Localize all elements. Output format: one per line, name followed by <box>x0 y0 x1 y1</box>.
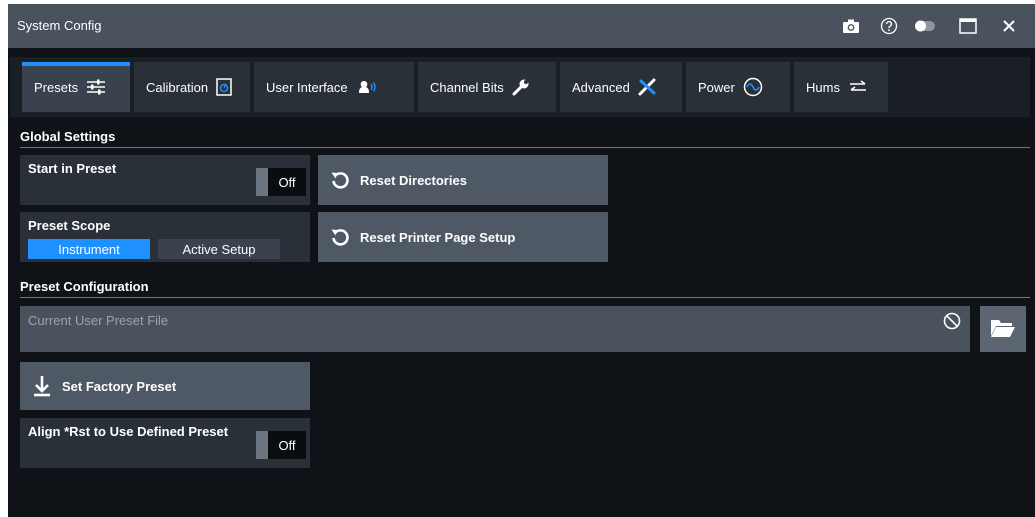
preset-configuration-heading: Preset Configuration <box>20 279 149 294</box>
tab-strip: Presets Calibration User Interface Chann… <box>10 57 1030 117</box>
wrench-icon <box>512 78 530 96</box>
tab-calibration[interactable]: Calibration <box>134 62 250 112</box>
browse-folder-button[interactable] <box>980 306 1026 352</box>
align-rst-panel: Align *Rst to Use Defined Preset Off <box>20 418 310 468</box>
reset-icon <box>330 227 350 247</box>
start-in-preset-panel: Start in Preset Off <box>20 155 310 205</box>
tab-hums[interactable]: Hums <box>794 62 888 112</box>
system-config-window: System Config Presets Calibration User I… <box>8 4 1035 517</box>
toggle-knob <box>256 431 268 459</box>
start-in-preset-toggle[interactable]: Off <box>256 168 306 196</box>
tab-label: Hums <box>806 79 840 95</box>
folder-open-icon <box>990 317 1016 342</box>
camera-icon[interactable] <box>840 15 862 37</box>
sine-wave-icon <box>743 77 763 97</box>
calibration-icon <box>216 78 232 96</box>
tab-user-interface[interactable]: User Interface <box>254 62 414 112</box>
reset-icon <box>330 170 350 190</box>
tab-label: Calibration <box>146 79 209 95</box>
reset-directories-label: Reset Directories <box>360 172 467 188</box>
align-rst-toggle[interactable]: Off <box>256 431 306 459</box>
user-preset-file-input[interactable]: Current User Preset File <box>20 306 970 352</box>
tab-label: Advanced <box>572 79 630 95</box>
window-title: System Config <box>17 18 102 33</box>
download-arrow-icon <box>32 375 52 397</box>
toggle-state: Off <box>278 437 296 453</box>
swap-arrows-icon <box>848 80 868 94</box>
toggle-state: Off <box>278 174 296 190</box>
close-icon[interactable] <box>998 15 1020 37</box>
maximize-icon[interactable] <box>957 15 979 37</box>
preset-scope-active-setup[interactable]: Active Setup <box>158 239 280 259</box>
preset-scope-panel: Preset Scope Instrument Active Setup <box>20 212 310 262</box>
sliders-icon <box>86 79 106 95</box>
tab-channel-bits[interactable]: Channel Bits <box>418 62 556 112</box>
help-icon[interactable] <box>878 15 900 37</box>
tab-label: Channel Bits <box>430 79 504 95</box>
tab-label: User Interface <box>266 79 348 95</box>
set-factory-preset-button[interactable]: Set Factory Preset <box>20 362 310 410</box>
reset-directories-button[interactable]: Reset Directories <box>318 155 608 205</box>
tab-label: Presets <box>34 79 79 95</box>
reset-printer-label: Reset Printer Page Setup <box>360 229 516 245</box>
toggle-switch-icon[interactable] <box>914 15 936 37</box>
preset-scope-instrument[interactable]: Instrument <box>28 239 150 259</box>
user-voice-icon <box>356 79 378 95</box>
tools-icon <box>638 78 658 96</box>
toggle-knob <box>256 168 268 196</box>
title-bar: System Config <box>8 4 1035 48</box>
section-divider <box>20 297 1030 298</box>
tab-presets[interactable]: Presets <box>22 62 130 112</box>
clear-icon[interactable] <box>943 312 961 333</box>
align-rst-label: Align *Rst to Use Defined Preset <box>28 424 229 439</box>
start-in-preset-label: Start in Preset <box>28 161 117 176</box>
preset-scope-label: Preset Scope <box>28 218 111 233</box>
reset-printer-page-setup-button[interactable]: Reset Printer Page Setup <box>318 212 608 262</box>
section-divider <box>20 147 1030 148</box>
file-placeholder: Current User Preset File <box>28 313 169 328</box>
set-factory-preset-label: Set Factory Preset <box>62 378 177 394</box>
tab-label: Power <box>698 79 735 95</box>
tab-power[interactable]: Power <box>686 62 790 112</box>
global-settings-heading: Global Settings <box>20 129 116 144</box>
tab-advanced[interactable]: Advanced <box>560 62 682 112</box>
